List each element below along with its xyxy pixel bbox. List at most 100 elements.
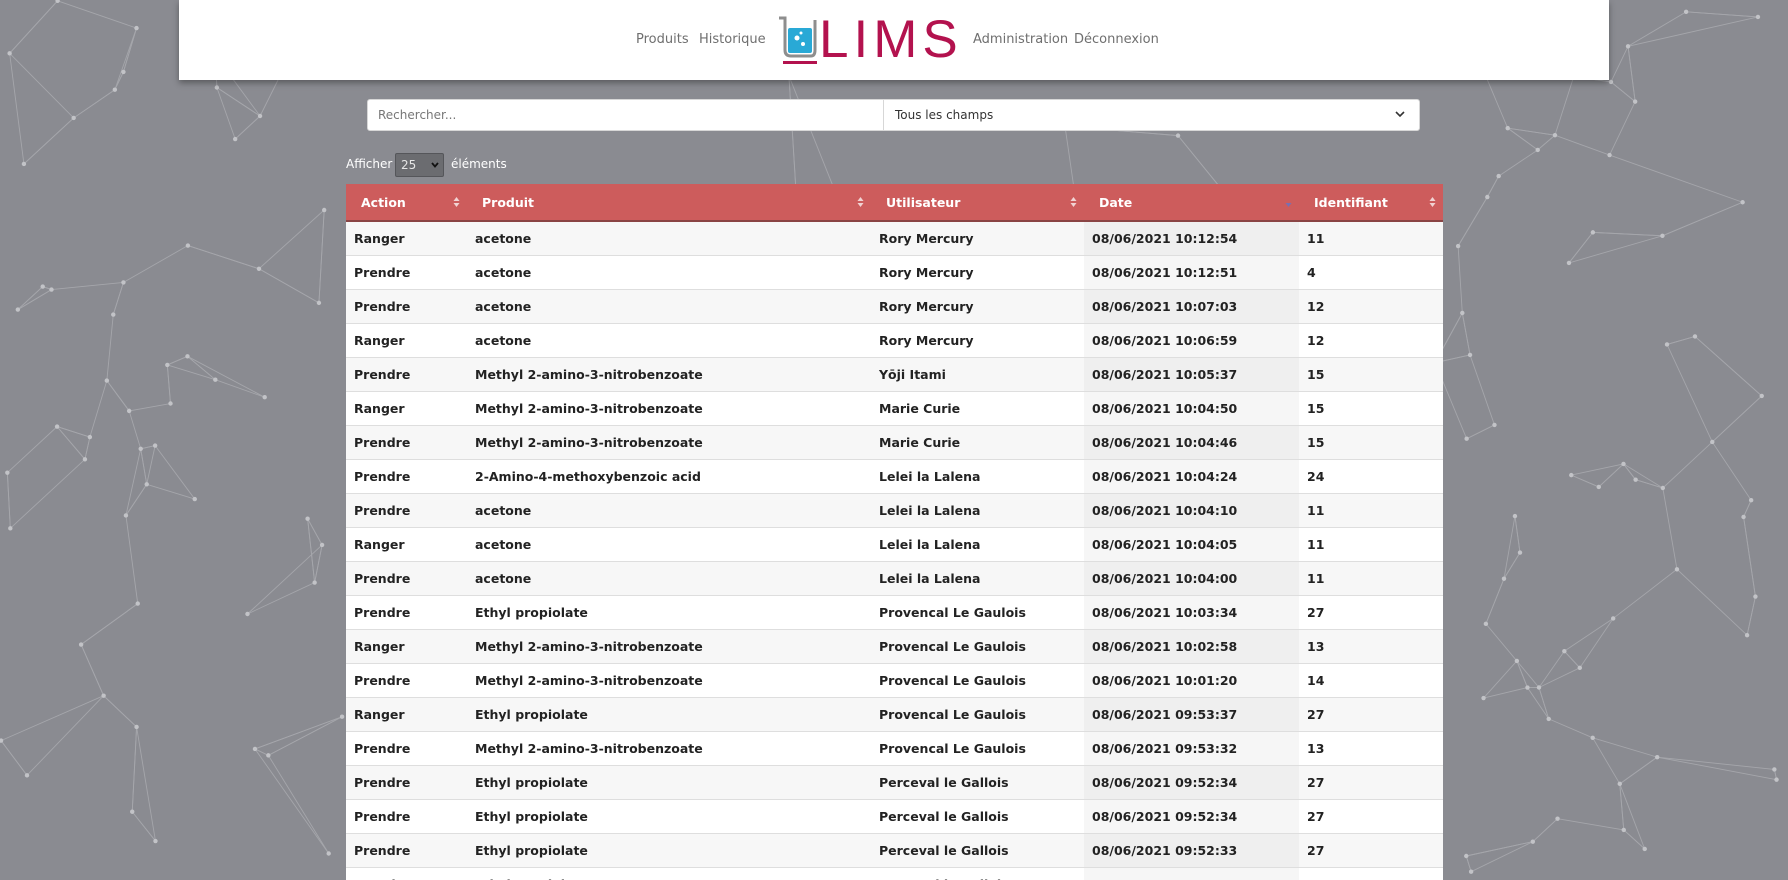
cell-date: 08/06/2021 09:53:37 <box>1084 697 1299 732</box>
cell-user: Perceval le Gallois <box>871 799 1084 834</box>
cell-user: Provencal Le Gaulois <box>871 697 1084 732</box>
column-header-identifiant[interactable]: Identifiant <box>1299 184 1443 222</box>
cell-action: Prendre <box>346 561 467 596</box>
page-length-select[interactable]: 25 <box>395 153 444 177</box>
cell-user: Provencal Le Gaulois <box>871 629 1084 664</box>
cell-identifier: 11 <box>1299 527 1443 562</box>
cell-user: Provencal Le Gaulois <box>871 595 1084 630</box>
cell-product: Methyl 2-amino-3-nitrobenzoate <box>467 425 871 460</box>
sort-icon <box>1429 197 1436 207</box>
cell-date: 08/06/2021 10:02:58 <box>1084 629 1299 664</box>
nav-logout-link[interactable]: Déconnexion <box>1074 32 1159 47</box>
table-row[interactable]: Prendre acetone Lelei la Lalena 08/06/2021 … <box>346 493 1443 528</box>
cell-product: Ethyl propiolate <box>467 697 871 732</box>
table-row[interactable]: PrendreEthyl propiolatePerceval le Gallo… <box>346 833 1443 868</box>
chevron-down-icon <box>1395 111 1405 118</box>
cell-action: Ranger <box>346 527 467 562</box>
cell-product: Methyl 2-amino-3-nitrobenzoate <box>467 357 871 392</box>
table-row[interactable]: Prendre acetone Lelei la Lalena 08/06/2021 … <box>346 561 1443 596</box>
nav-history-link[interactable]: Historique <box>699 32 766 47</box>
cell-action: Ranger <box>346 220 467 256</box>
column-header-action[interactable]: Action <box>346 184 467 222</box>
lims-logo[interactable]: LIMS <box>777 10 958 69</box>
cell-product: acetone <box>467 527 871 562</box>
history-table: Action Produit Utilisateur Date Identifiant … <box>346 184 1443 880</box>
table-row[interactable]: PrendreEthyl propiolatePerceval le Gallo… <box>346 799 1443 834</box>
column-header-label: Action <box>361 194 406 210</box>
chevron-down-icon <box>431 162 439 168</box>
cell-product: Ethyl propiolate <box>467 799 871 834</box>
nav-products-link[interactable]: Produits <box>636 32 689 47</box>
cell-date: 08/06/2021 10:04:10 <box>1084 493 1299 528</box>
sort-descending-icon <box>1285 203 1292 207</box>
cell-identifier: 27 <box>1299 833 1443 868</box>
table-row[interactable]: Ranger Ethyl propiolate Provencal Le Gaulo… <box>346 697 1443 732</box>
table-body: Ranger acetone Rory Mercury 08/06/2021 10:1… <box>346 220 1443 880</box>
cell-identifier: 24 <box>1299 459 1443 494</box>
cell-product: acetone <box>467 561 871 596</box>
cell-date: 08/06/2021 10:12:51 <box>1084 255 1299 290</box>
page-length-prefix: Afficher <box>346 157 393 171</box>
cell-user: Perceval le Gallois <box>871 833 1084 868</box>
page-length-suffix: éléments <box>451 157 507 171</box>
cell-action: Ranger <box>346 697 467 732</box>
cell-action: Prendre <box>346 765 467 800</box>
cell-date: 08/06/2021 10:04:24 <box>1084 459 1299 494</box>
cell-action: Prendre <box>346 255 467 290</box>
cell-identifier: 11 <box>1299 561 1443 596</box>
column-header-label: Date <box>1099 194 1133 210</box>
table-row[interactable]: Prendre Methyl 2-amino-3-nitrobenzoate Yōj… <box>346 357 1443 392</box>
cell-action: Prendre <box>346 867 467 880</box>
cell-user: Lelei la Lalena <box>871 527 1084 562</box>
table-row[interactable]: PrendreEthyl propiolatePerceval le Gallo… <box>346 867 1443 880</box>
cell-date: 08/06/2021 10:07:03 <box>1084 289 1299 324</box>
table-row[interactable]: Ranger acetone Rory Mercury 08/06/2021 10:0… <box>346 323 1443 358</box>
cell-action: Prendre <box>346 595 467 630</box>
cell-product: acetone <box>467 220 871 256</box>
table-header-row: Action Produit Utilisateur Date Identifiant <box>346 184 1443 222</box>
cell-user: Marie Curie <box>871 391 1084 426</box>
cell-action: Prendre <box>346 493 467 528</box>
cell-user: Provencal Le Gaulois <box>871 731 1084 766</box>
cell-identifier: 15 <box>1299 391 1443 426</box>
cell-product: Ethyl propiolate <box>467 867 871 880</box>
table-row[interactable]: Prendre Ethyl propiolate Provencal Le Gaul… <box>346 595 1443 630</box>
table-row[interactable]: PrendreEthyl propiolatePerceval le Gallo… <box>346 765 1443 800</box>
search-field-select[interactable]: Tous les champs <box>883 100 1419 130</box>
table-row[interactable]: Ranger Methyl 2-amino-3-nitrobenzoate Prov… <box>346 629 1443 664</box>
cell-identifier: 12 <box>1299 289 1443 324</box>
column-header-label: Produit <box>482 194 535 210</box>
cell-action: Prendre <box>346 663 467 698</box>
table-row[interactable]: Ranger Methyl 2-amino-3-nitrobenzoate Mari… <box>346 391 1443 426</box>
cell-product: acetone <box>467 255 871 290</box>
table-row[interactable]: Prendre Methyl 2-amino-3-nitrobenzoate Pro… <box>346 731 1443 766</box>
cell-identifier: 14 <box>1299 663 1443 698</box>
table-row[interactable]: Prendre acetone Rory Mercury 08/06/2021 10:… <box>346 255 1443 290</box>
cell-action: Prendre <box>346 731 467 766</box>
cell-identifier: 27 <box>1299 867 1443 880</box>
cell-identifier: 13 <box>1299 731 1443 766</box>
nav-admin-link[interactable]: Administration <box>973 32 1068 47</box>
column-header-utilisateur[interactable]: Utilisateur <box>871 184 1084 222</box>
column-header-produit[interactable]: Produit <box>467 184 871 222</box>
search-bar: Tous les champs <box>367 99 1420 131</box>
cell-product: acetone <box>467 323 871 358</box>
column-header-date[interactable]: Date <box>1084 184 1299 222</box>
cell-user: Marie Curie <box>871 425 1084 460</box>
cell-product: Methyl 2-amino-3-nitrobenzoate <box>467 663 871 698</box>
table-row[interactable]: Ranger acetone Lelei la Lalena 08/06/2021 1… <box>346 527 1443 562</box>
cell-user: Perceval le Gallois <box>871 867 1084 880</box>
cell-product: Methyl 2-amino-3-nitrobenzoate <box>467 731 871 766</box>
search-input[interactable] <box>368 100 883 130</box>
table-row[interactable]: Ranger acetone Rory Mercury 08/06/2021 10:1… <box>346 220 1443 256</box>
cell-date: 08/06/2021 10:04:50 <box>1084 391 1299 426</box>
column-header-label: Identifiant <box>1314 194 1388 210</box>
cell-user: Yōji Itami <box>871 357 1084 392</box>
cell-product: Methyl 2-amino-3-nitrobenzoate <box>467 629 871 664</box>
table-row[interactable]: Prendre acetone Rory Mercury 08/06/2021 10:… <box>346 289 1443 324</box>
table-row[interactable]: Prendre Methyl 2-amino-3-nitrobenzoate Mar… <box>346 425 1443 460</box>
search-field-value: Tous les champs <box>895 108 994 122</box>
table-row[interactable]: Prendre Methyl 2-amino-3-nitrobenzoate Pro… <box>346 663 1443 698</box>
cell-identifier: 27 <box>1299 799 1443 834</box>
table-row[interactable]: Prendre 2-Amino-4-methoxybenzoic acid Lele… <box>346 459 1443 494</box>
